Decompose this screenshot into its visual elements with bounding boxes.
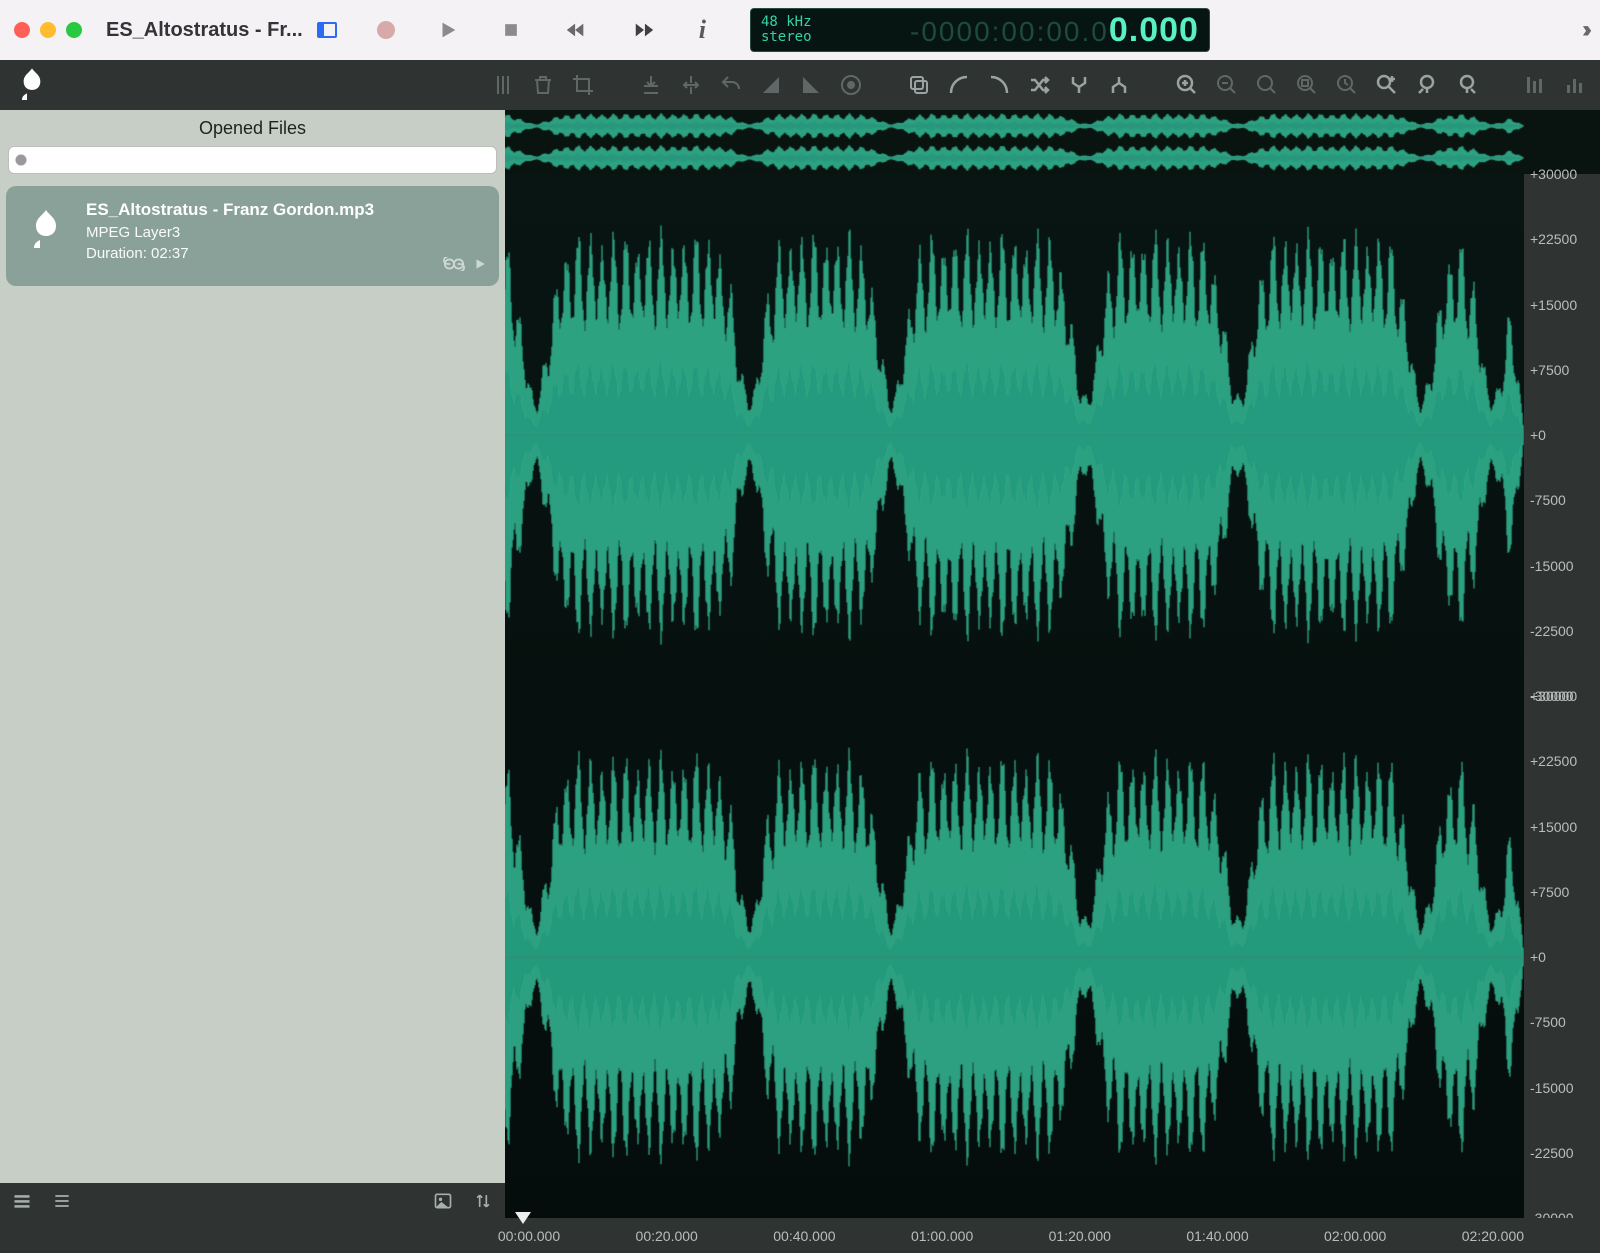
- copy-icon[interactable]: [906, 72, 932, 98]
- marker-add-icon[interactable]: [1374, 72, 1400, 98]
- close-window-button[interactable]: [14, 22, 30, 38]
- amplitude-tick: +0: [1530, 949, 1600, 965]
- file-duration-label: Duration: 02:37: [86, 245, 374, 262]
- time-tick: 00:20.000: [636, 1228, 698, 1244]
- amplitude-tick: -7500: [1530, 492, 1600, 508]
- amplitude-tick: +7500: [1530, 362, 1600, 378]
- zoom-in-icon[interactable]: [1174, 72, 1200, 98]
- curve-up-icon[interactable]: [946, 72, 972, 98]
- mixer-icon[interactable]: [1522, 72, 1548, 98]
- stop-button[interactable]: [501, 20, 521, 40]
- waveform-overview[interactable]: [505, 110, 1600, 174]
- merge-icon[interactable]: [1066, 72, 1092, 98]
- fade-out-icon[interactable]: [798, 72, 824, 98]
- channels-label: stereo: [761, 30, 812, 45]
- amplitude-ruler: +30000 +22500 +15000 +7500 +0 -7500 -15000 -225…: [1524, 174, 1600, 1218]
- search-input[interactable]: [8, 146, 497, 174]
- minimize-window-button[interactable]: [40, 22, 56, 38]
- app-logo-icon: [12, 65, 52, 105]
- info-button[interactable]: i: [699, 15, 706, 45]
- window-controls: [14, 22, 82, 38]
- rewind-button[interactable]: [563, 19, 589, 41]
- amplitude-tick: +7500: [1530, 884, 1600, 900]
- lines-view-icon[interactable]: [52, 1191, 72, 1211]
- zoom-fit-icon[interactable]: [1254, 72, 1280, 98]
- mini-play-icon[interactable]: [473, 257, 487, 276]
- time-ruler[interactable]: 00:00.000 00:20.000 00:40.000 01:00.000 01:2…: [0, 1218, 1600, 1253]
- marker-next-icon[interactable]: [1454, 72, 1480, 98]
- fast-forward-button[interactable]: [631, 19, 657, 41]
- zoom-window-button[interactable]: [66, 22, 82, 38]
- play-button[interactable]: [437, 19, 459, 41]
- music-note-icon: [22, 206, 70, 254]
- amplitude-tick: +0: [1530, 427, 1600, 443]
- file-codec-label: MPEG Layer3: [86, 224, 374, 241]
- edit-toolbar: [0, 60, 1600, 110]
- undo-icon[interactable]: [718, 72, 744, 98]
- main-area: Opened Files ES_Altostratus - Franz Gord…: [0, 110, 1600, 1218]
- sidebar-toggle-icon[interactable]: [317, 22, 337, 38]
- time-tick: 00:00.000: [498, 1228, 560, 1244]
- picture-icon[interactable]: [433, 1191, 453, 1211]
- overflow-button[interactable]: ››: [1582, 16, 1586, 44]
- zoom-selection-icon[interactable]: [1294, 72, 1320, 98]
- time-tick: 01:40.000: [1186, 1228, 1248, 1244]
- zoom-out-icon[interactable]: [1214, 72, 1240, 98]
- amplitude-tick: +30000: [1530, 688, 1600, 704]
- file-card-actions: [443, 257, 487, 276]
- record-button[interactable]: [377, 21, 395, 39]
- amplitude-tick: -7500: [1530, 1014, 1600, 1030]
- time-tick: 02:20.000: [1462, 1228, 1524, 1244]
- sidebar-heading: Opened Files: [0, 110, 505, 146]
- marker-prev-icon[interactable]: [1414, 72, 1440, 98]
- timecode-readout: - 0000:00:00.0 0.000: [830, 11, 1199, 50]
- levels-icon[interactable]: [1562, 72, 1588, 98]
- sidebar: Opened Files ES_Altostratus - Franz Gord…: [0, 110, 505, 1218]
- split-icon[interactable]: [678, 72, 704, 98]
- transport-controls: i: [377, 15, 706, 45]
- file-name-label: ES_Altostratus - Franz Gordon.mp3: [86, 200, 374, 220]
- cursor-tool-icon[interactable]: [490, 72, 516, 98]
- list-view-icon[interactable]: [12, 1191, 32, 1211]
- zoom-reset-icon[interactable]: [1334, 72, 1360, 98]
- time-tick: 00:40.000: [773, 1228, 835, 1244]
- waveform-main[interactable]: +30000 +22500 +15000 +7500 +0 -7500 -15000 -225…: [505, 174, 1600, 1218]
- opened-file-card[interactable]: ES_Altostratus - Franz Gordon.mp3 MPEG L…: [6, 186, 499, 286]
- amplitude-tick: +22500: [1530, 753, 1600, 769]
- amplitude-tick: +30000: [1530, 166, 1600, 182]
- amplitude-tick: -22500: [1530, 1145, 1600, 1161]
- crop-icon[interactable]: [570, 72, 596, 98]
- amplitude-tick: -15000: [1530, 1080, 1600, 1096]
- amplitude-tick: +15000: [1530, 297, 1600, 313]
- waveform-area: +30000 +22500 +15000 +7500 +0 -7500 -15000 -225…: [505, 110, 1600, 1218]
- sample-rate-label: 48 kHz: [761, 15, 812, 30]
- amplitude-tick: -15000: [1530, 558, 1600, 574]
- paste-insert-icon[interactable]: [638, 72, 664, 98]
- time-display: 48 kHz stereo - 0000:00:00.0 0.000: [750, 8, 1210, 52]
- shuffle-icon[interactable]: [1026, 72, 1052, 98]
- trash-icon[interactable]: [530, 72, 556, 98]
- fork-icon[interactable]: [1106, 72, 1132, 98]
- amplitude-tick: +22500: [1530, 231, 1600, 247]
- curve-down-icon[interactable]: [986, 72, 1012, 98]
- amplitude-tick: -22500: [1530, 623, 1600, 639]
- fade-in-icon[interactable]: [758, 72, 784, 98]
- title-bar: ES_Altostratus - Fr... i 48 kHz stereo -…: [0, 0, 1600, 60]
- time-tick: 01:00.000: [911, 1228, 973, 1244]
- fx-icon[interactable]: [838, 72, 864, 98]
- sort-icon[interactable]: [473, 1191, 493, 1211]
- window-title: ES_Altostratus - Fr...: [106, 19, 303, 42]
- sidebar-bottom-bar: [0, 1183, 505, 1218]
- link-icon[interactable]: [443, 257, 465, 276]
- amplitude-tick: +15000: [1530, 819, 1600, 835]
- time-tick: 02:00.000: [1324, 1228, 1386, 1244]
- time-tick: 01:20.000: [1049, 1228, 1111, 1244]
